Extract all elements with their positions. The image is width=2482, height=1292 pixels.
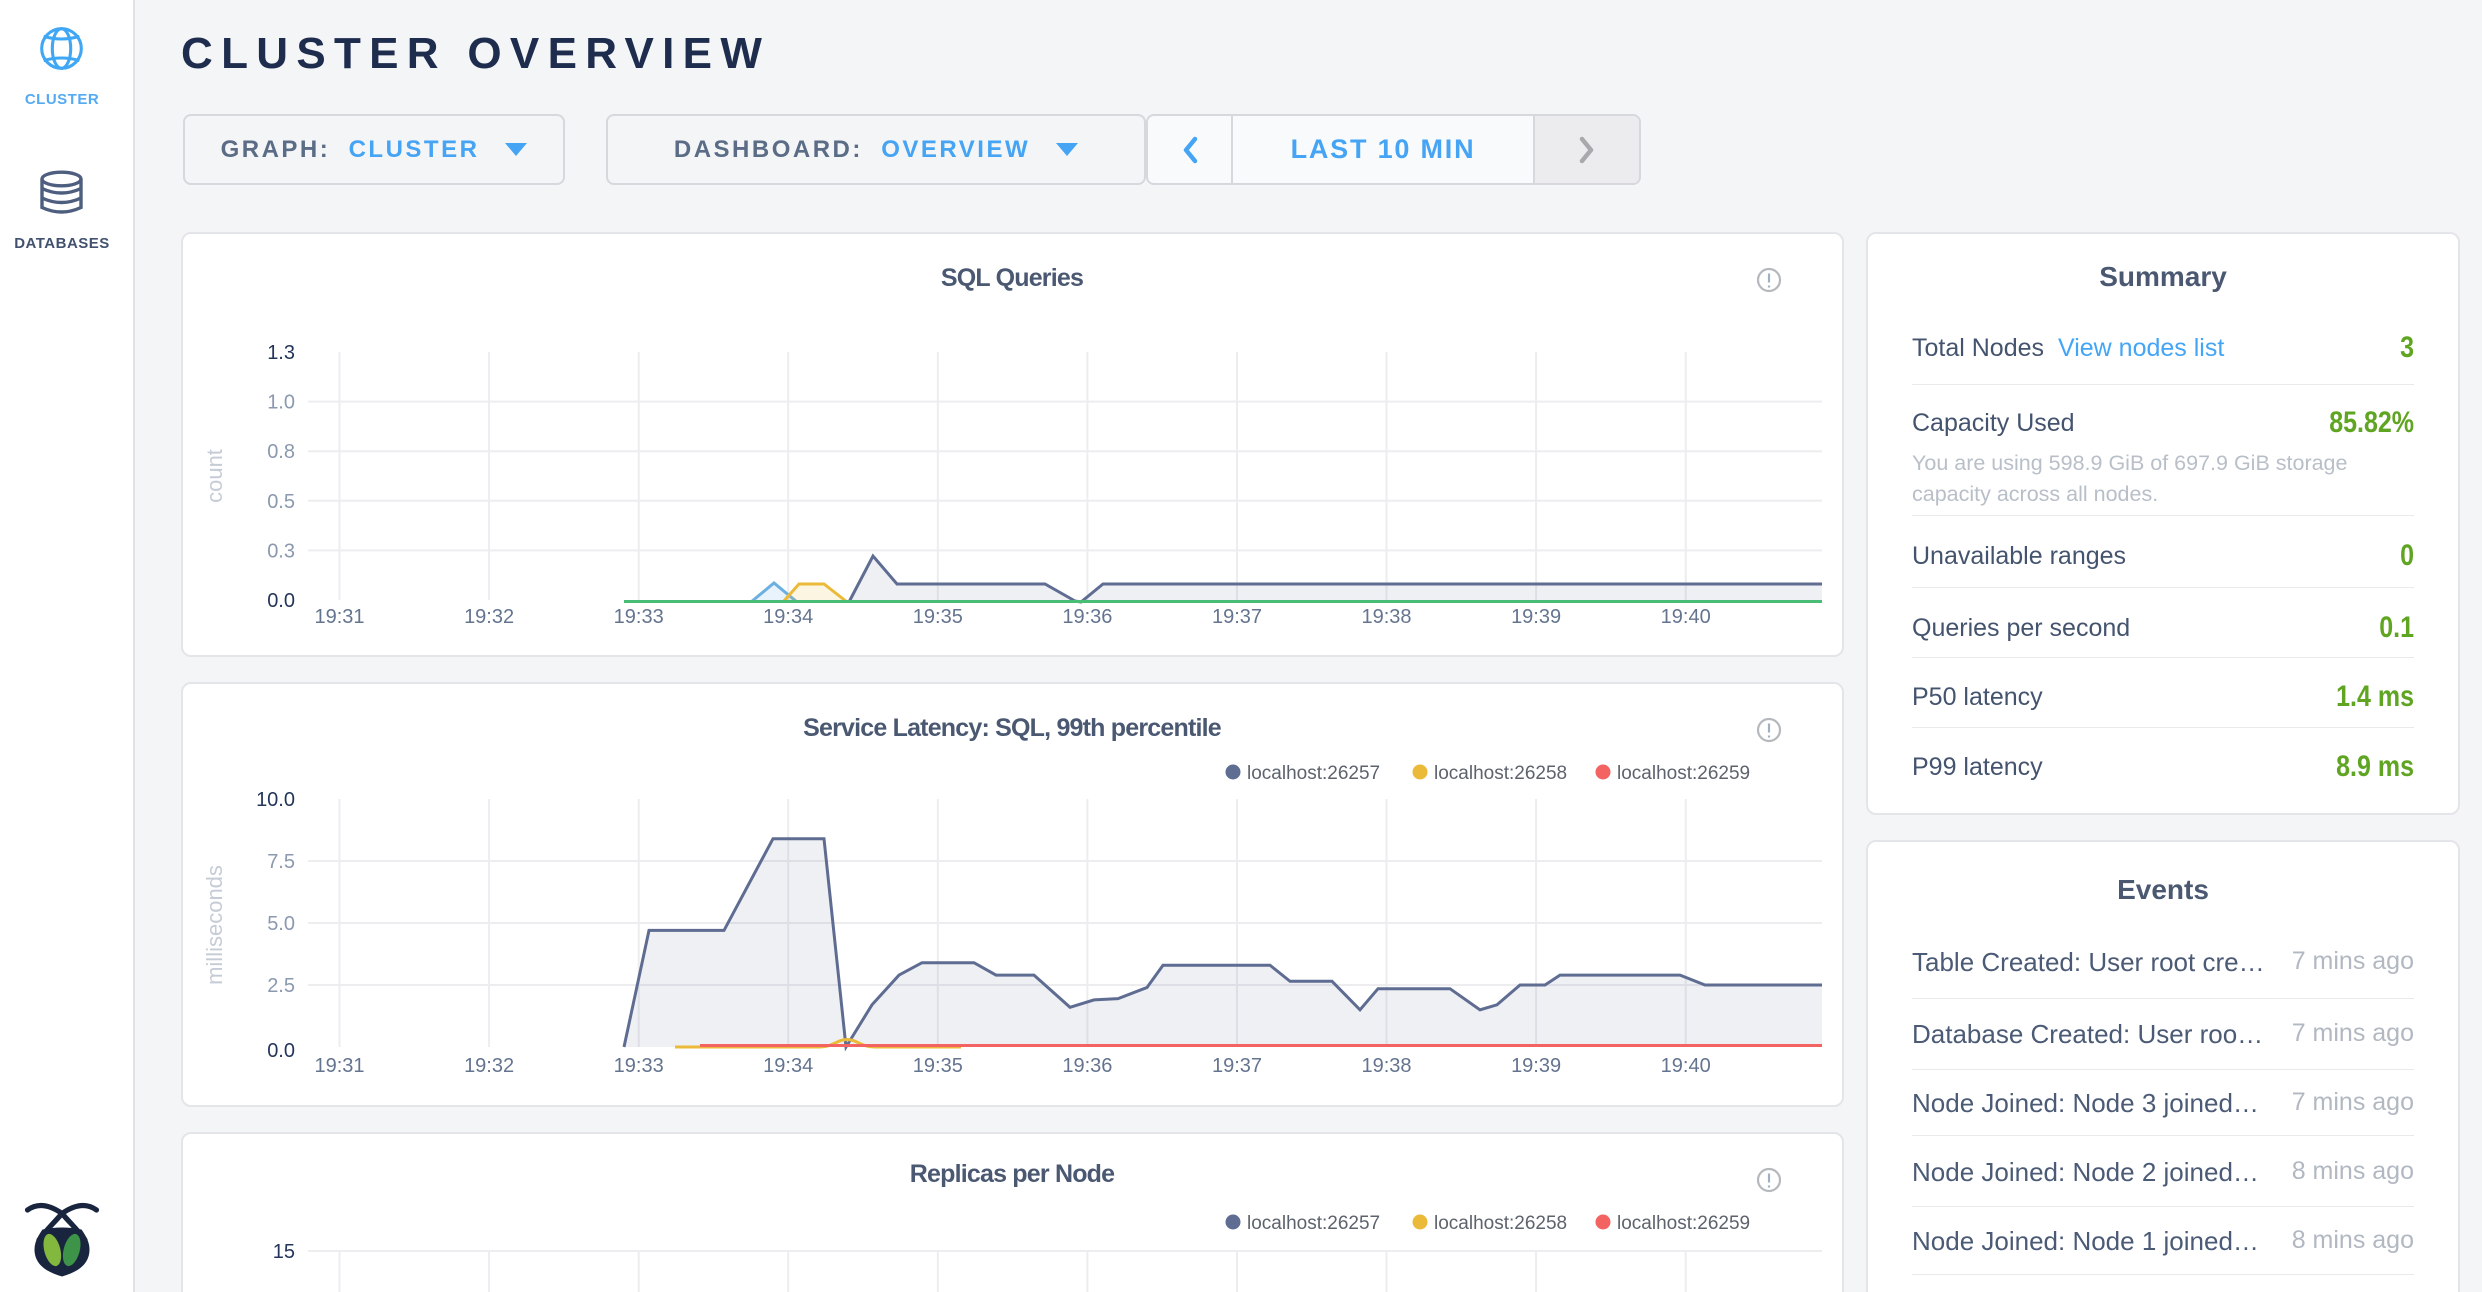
svg-text:milliseconds: milliseconds <box>202 865 227 985</box>
svg-text:19:38: 19:38 <box>1361 606 1411 628</box>
svg-text:19:33: 19:33 <box>614 1055 664 1077</box>
svg-text:localhost:26258: localhost:26258 <box>1434 763 1567 784</box>
svg-text:19:35: 19:35 <box>913 1055 963 1077</box>
svg-text:19:35: 19:35 <box>913 606 963 628</box>
svg-text:19:36: 19:36 <box>1062 1055 1112 1077</box>
svg-text:0.3: 0.3 <box>267 540 295 562</box>
svg-text:localhost:26259: localhost:26259 <box>1617 1213 1750 1234</box>
svg-text:0.5: 0.5 <box>267 491 295 513</box>
svg-text:count: count <box>202 449 227 503</box>
svg-text:SQL Queries: SQL Queries <box>941 264 1083 292</box>
svg-text:Replicas per Node: Replicas per Node <box>910 1160 1115 1188</box>
svg-text:19:39: 19:39 <box>1511 606 1561 628</box>
svg-text:0.8: 0.8 <box>267 441 295 463</box>
svg-text:19:31: 19:31 <box>314 606 364 628</box>
svg-text:19:37: 19:37 <box>1212 1055 1262 1077</box>
svg-text:19:40: 19:40 <box>1661 606 1711 628</box>
svg-text:19:40: 19:40 <box>1661 1055 1711 1077</box>
svg-text:7.5: 7.5 <box>267 851 295 873</box>
svg-text:19:39: 19:39 <box>1511 1055 1561 1077</box>
svg-text:localhost:26257: localhost:26257 <box>1247 763 1380 784</box>
svg-text:19:37: 19:37 <box>1212 606 1262 628</box>
svg-text:1.3: 1.3 <box>267 342 295 364</box>
svg-text:0.0: 0.0 <box>267 590 295 612</box>
svg-text:localhost:26258: localhost:26258 <box>1434 1213 1567 1234</box>
svg-text:19:32: 19:32 <box>464 1055 514 1077</box>
svg-text:localhost:26257: localhost:26257 <box>1247 1213 1380 1234</box>
svg-text:0.0: 0.0 <box>267 1040 295 1062</box>
svg-text:1.0: 1.0 <box>267 392 295 414</box>
svg-text:localhost:26259: localhost:26259 <box>1617 763 1750 784</box>
svg-text:19:36: 19:36 <box>1062 606 1112 628</box>
svg-text:2.5: 2.5 <box>267 975 295 997</box>
svg-text:Service Latency: SQL, 99th per: Service Latency: SQL, 99th percentile <box>803 714 1222 742</box>
svg-text:19:32: 19:32 <box>464 606 514 628</box>
svg-text:15: 15 <box>273 1241 295 1263</box>
svg-text:19:38: 19:38 <box>1361 1055 1411 1077</box>
svg-text:5.0: 5.0 <box>267 913 295 935</box>
svg-text:10.0: 10.0 <box>256 789 295 811</box>
svg-text:19:31: 19:31 <box>314 1055 364 1077</box>
svg-text:19:33: 19:33 <box>614 606 664 628</box>
svg-text:19:34: 19:34 <box>763 1055 813 1077</box>
svg-text:19:34: 19:34 <box>763 606 813 628</box>
